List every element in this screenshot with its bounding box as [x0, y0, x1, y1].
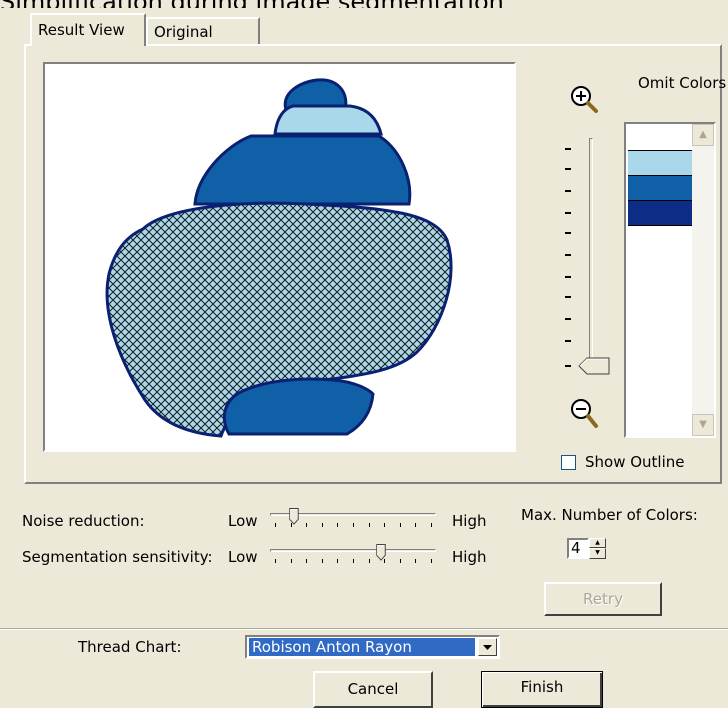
slider-tick — [353, 559, 354, 563]
show-outline-checkbox[interactable] — [561, 455, 576, 470]
retry-button[interactable]: Retry — [544, 582, 662, 616]
slider-tick — [369, 559, 370, 563]
spin-up-icon[interactable]: ▲ — [589, 538, 606, 548]
noise-low-label: Low — [228, 512, 258, 530]
tab-label: Result View — [38, 21, 125, 39]
zoom-slider-thumb[interactable] — [578, 357, 610, 375]
show-outline-label: Show Outline — [585, 453, 685, 471]
slider-tick — [431, 559, 432, 563]
zoom-out-icon[interactable] — [568, 396, 600, 430]
segmentation-slider[interactable] — [270, 544, 438, 564]
thread-chart-select[interactable]: Robison Anton Rayon — [245, 635, 500, 659]
spin-down-icon[interactable]: ▼ — [589, 548, 606, 559]
zoom-tick — [565, 296, 571, 298]
slider-tick — [431, 523, 432, 527]
result-preview — [43, 62, 516, 452]
zoom-tick — [565, 168, 571, 170]
zoom-tick — [565, 365, 571, 367]
slider-tick — [337, 559, 338, 563]
noise-reduction-label: Noise reduction: — [22, 512, 145, 530]
max-colors-label: Max. Number of Colors: — [521, 506, 698, 524]
noise-reduction-slider[interactable] — [270, 508, 438, 528]
zoom-tick — [565, 254, 571, 256]
thread-chart-value: Robison Anton Rayon — [248, 637, 476, 657]
zoom-tick — [565, 340, 571, 342]
noise-high-label: High — [452, 512, 487, 530]
color-swatch-mid-blue[interactable] — [628, 176, 693, 201]
zoom-tick — [565, 232, 571, 234]
color-swatch-dark-blue[interactable] — [628, 201, 693, 226]
zoom-tick — [565, 276, 571, 278]
zoom-tick — [565, 148, 571, 150]
scroll-down-icon[interactable]: ▼ — [692, 414, 714, 436]
omit-colors-list[interactable]: ▲ ▼ — [624, 122, 716, 438]
zoom-tick — [565, 190, 571, 192]
zoom-tick — [565, 318, 571, 320]
tab-original-view[interactable]: Original View — [146, 17, 260, 68]
omit-colors-label: Omit Colors — [638, 74, 727, 92]
slider-tick — [322, 523, 323, 527]
max-colors-spinner[interactable]: ▲ ▼ — [589, 538, 606, 559]
omit-colors-scrollbar[interactable]: ▲ ▼ — [692, 124, 714, 436]
slider-thumb[interactable] — [376, 544, 386, 561]
divider — [0, 628, 728, 630]
slider-tick — [415, 523, 416, 527]
slider-tick — [275, 523, 276, 527]
color-swatch-white[interactable] — [628, 126, 693, 151]
slider-tick — [306, 559, 307, 563]
slider-thumb[interactable] — [289, 508, 299, 525]
scroll-up-icon[interactable]: ▲ — [692, 124, 714, 146]
slider-tick — [322, 559, 323, 563]
slider-tick — [369, 523, 370, 527]
color-swatch-light-blue[interactable] — [628, 151, 693, 176]
slider-track — [270, 549, 436, 552]
thread-chart-label: Thread Chart: — [78, 638, 182, 656]
slider-tick — [337, 523, 338, 527]
slider-tick — [353, 523, 354, 527]
slider-tick — [275, 559, 276, 563]
max-colors-input[interactable]: 4 — [567, 538, 589, 559]
slider-tick — [384, 523, 385, 527]
zoom-in-icon[interactable] — [568, 83, 600, 115]
finish-button[interactable]: Finish — [481, 671, 603, 708]
dropdown-arrow-icon[interactable] — [478, 638, 497, 656]
slider-tick — [400, 559, 401, 563]
segmentation-low-label: Low — [228, 548, 258, 566]
zoom-tick — [565, 212, 571, 214]
slider-tick — [400, 523, 401, 527]
window-title-partial: Simplification during image segmentation — [0, 0, 728, 8]
slider-tick — [291, 559, 292, 563]
segmentation-sensitivity-label: Segmentation sensitivity: — [22, 548, 213, 566]
tab-result-view[interactable]: Result View — [30, 13, 146, 46]
cancel-button[interactable]: Cancel — [313, 671, 433, 708]
slider-tick — [306, 523, 307, 527]
zoom-slider[interactable] — [589, 138, 593, 368]
slider-tick — [415, 559, 416, 563]
segmentation-high-label: High — [452, 548, 487, 566]
